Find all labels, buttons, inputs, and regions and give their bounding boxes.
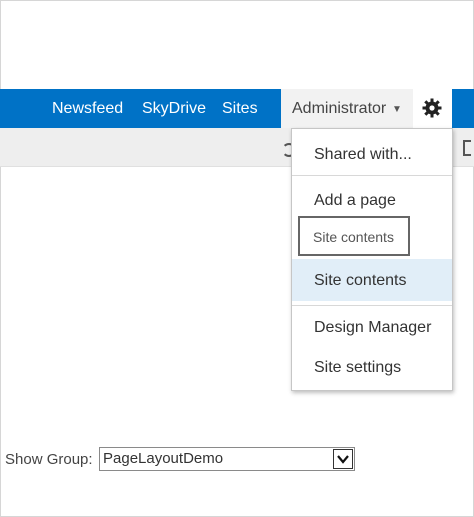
menu-divider <box>292 305 452 306</box>
menu-item-site-settings[interactable]: Site settings <box>314 358 401 378</box>
menu-item-design-manager[interactable]: Design Manager <box>314 318 431 338</box>
settings-button[interactable] <box>413 89 452 128</box>
callout-label: Site contents <box>313 229 394 245</box>
menu-item-site-contents[interactable]: Site contents <box>314 271 407 291</box>
focus-icon[interactable] <box>463 140 471 156</box>
chevron-down-icon[interactable]: ▼ <box>392 101 402 119</box>
menu-item-add-a-page[interactable]: Add a page <box>314 191 396 211</box>
newsfeed-link[interactable]: Newsfeed <box>52 99 123 119</box>
dropdown-arrow-button[interactable] <box>333 449 353 469</box>
site-contents-callout: Site contents <box>298 216 410 256</box>
chevron-down-icon <box>337 455 349 464</box>
menu-item-shared-with[interactable]: Shared with... <box>314 145 412 165</box>
show-group-label: Show Group: <box>5 451 93 468</box>
gear-icon[interactable] <box>422 98 442 118</box>
menu-divider <box>292 175 452 176</box>
sites-link[interactable]: Sites <box>222 99 258 119</box>
user-menu-label[interactable]: Administrator <box>292 99 386 119</box>
skydrive-link[interactable]: SkyDrive <box>142 99 206 119</box>
show-group-select[interactable]: PageLayoutDemo <box>99 447 355 471</box>
show-group-value: PageLayoutDemo <box>103 450 224 467</box>
settings-menu: Shared with... Add a page Site contents … <box>291 128 453 391</box>
